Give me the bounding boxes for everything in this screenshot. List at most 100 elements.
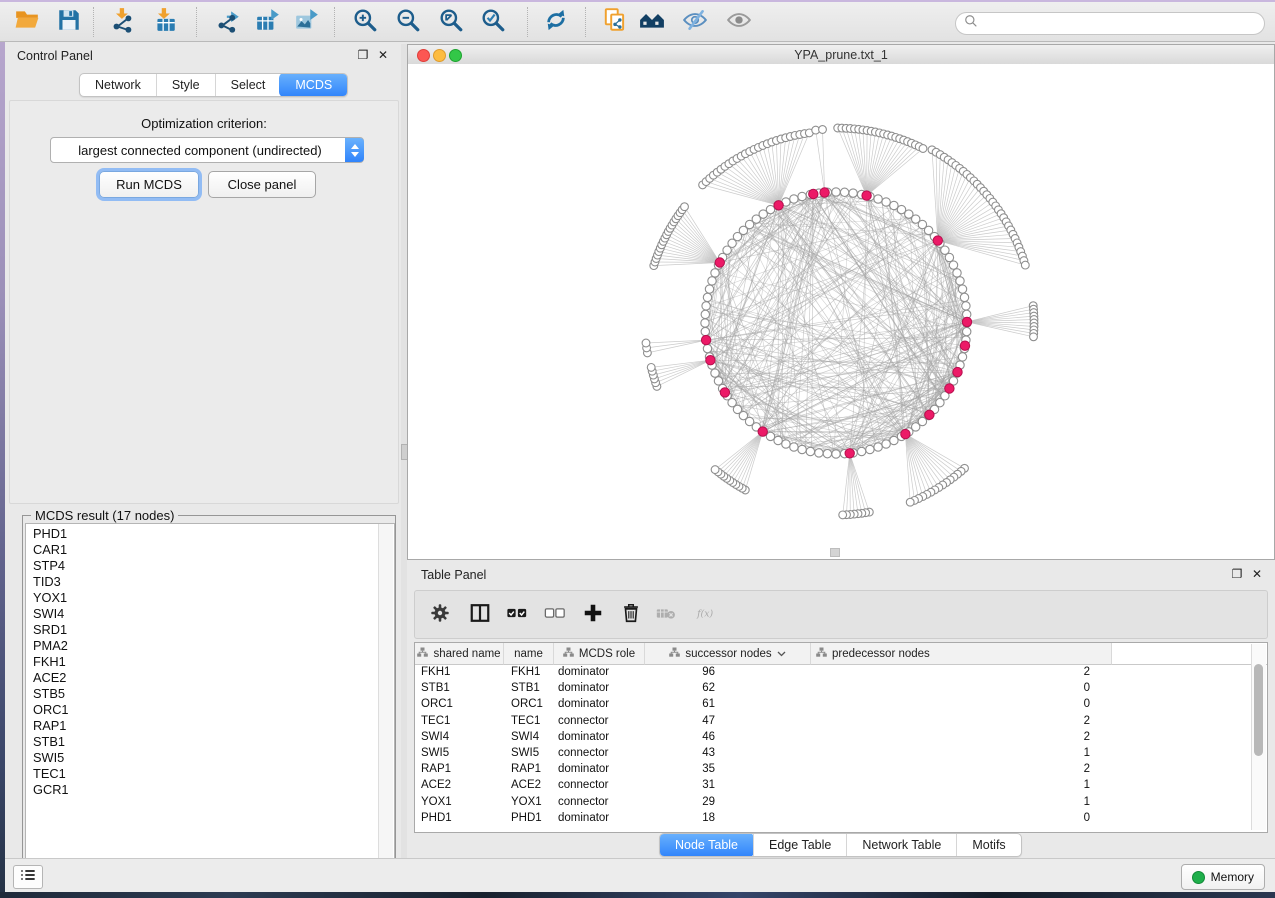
- table-cell[interactable]: 2: [807, 715, 1102, 727]
- mcds-list-scrollbar[interactable]: [378, 524, 393, 884]
- table-row[interactable]: FKH1FKH1dominator962: [415, 664, 1267, 680]
- copy-network-button[interactable]: [596, 6, 634, 38]
- float-icon[interactable]: ❐: [1229, 567, 1245, 581]
- network-node[interactable]: [766, 205, 774, 213]
- table-cell[interactable]: 61: [642, 698, 807, 710]
- search-input[interactable]: [983, 16, 1264, 32]
- close-icon[interactable]: ✕: [1249, 567, 1265, 581]
- network-node[interactable]: [832, 450, 840, 458]
- mcds-result-item[interactable]: ACE2: [26, 670, 394, 686]
- network-node[interactable]: [882, 440, 890, 448]
- table-cell[interactable]: SWI5: [415, 747, 503, 759]
- table-cell[interactable]: 2: [807, 763, 1102, 775]
- network-node[interactable]: [815, 449, 823, 457]
- table-cell[interactable]: 0: [807, 682, 1102, 694]
- tab-style[interactable]: Style: [156, 74, 215, 96]
- network-fan-node[interactable]: [819, 126, 827, 134]
- run-mcds-button[interactable]: Run MCDS: [99, 171, 199, 198]
- table-row[interactable]: TEC1TEC1connector472: [415, 713, 1267, 729]
- table-cell[interactable]: dominator: [552, 682, 642, 694]
- tab-network[interactable]: Network: [80, 74, 156, 96]
- zoom-selected-button[interactable]: [474, 6, 512, 38]
- mcds-result-item[interactable]: GCR1: [26, 782, 394, 798]
- mcds-result-item[interactable]: SWI4: [26, 606, 394, 622]
- table-cell[interactable]: ACE2: [415, 779, 503, 791]
- column-header-predecessor-nodes[interactable]: predecessor nodes: [811, 643, 1112, 665]
- table-cell[interactable]: connector: [552, 779, 642, 791]
- table-cell[interactable]: STB1: [503, 682, 552, 694]
- table-cell[interactable]: dominator: [552, 731, 642, 743]
- refresh-layout-button[interactable]: [537, 6, 575, 38]
- network-node[interactable]: [949, 261, 957, 269]
- column-header-successor-nodes[interactable]: successor nodes: [645, 643, 811, 665]
- save-session-button[interactable]: [50, 6, 88, 38]
- table-cell[interactable]: SWI5: [503, 747, 552, 759]
- table-cell[interactable]: dominator: [552, 763, 642, 775]
- mcds-result-item[interactable]: CAR1: [26, 542, 394, 558]
- export-network-button[interactable]: [210, 6, 248, 38]
- network-node[interactable]: [714, 377, 722, 385]
- clear-table-button[interactable]: [653, 602, 679, 628]
- network-fan-node[interactable]: [919, 145, 927, 153]
- network-node[interactable]: [798, 445, 806, 453]
- table-cell[interactable]: dominator: [552, 812, 642, 824]
- table-row[interactable]: RAP1RAP1dominator352: [415, 761, 1267, 777]
- network-node[interactable]: [857, 447, 865, 455]
- mcds-result-item[interactable]: TID3: [26, 574, 394, 590]
- table-cell[interactable]: ORC1: [503, 698, 552, 710]
- search-field[interactable]: [955, 12, 1265, 35]
- network-hub-node[interactable]: [758, 427, 767, 436]
- table-cell[interactable]: connector: [552, 747, 642, 759]
- network-node[interactable]: [958, 353, 966, 361]
- table-cell[interactable]: 29: [642, 796, 807, 808]
- import-network-button[interactable]: [104, 6, 142, 38]
- table-cell[interactable]: SWI4: [415, 731, 503, 743]
- tab-edge-table[interactable]: Edge Table: [753, 834, 846, 856]
- table-cell[interactable]: 2: [807, 731, 1102, 743]
- network-node[interactable]: [711, 269, 719, 277]
- tab-motifs[interactable]: Motifs: [956, 834, 1020, 856]
- table-cell[interactable]: TEC1: [415, 715, 503, 727]
- scrollbar-thumb[interactable]: [1254, 664, 1263, 756]
- network-node[interactable]: [840, 188, 848, 196]
- table-cell[interactable]: 1: [807, 747, 1102, 759]
- table-cell[interactable]: FKH1: [415, 666, 503, 678]
- mcds-result-item[interactable]: TEC1: [26, 766, 394, 782]
- network-node[interactable]: [703, 344, 711, 352]
- network-hub-node[interactable]: [953, 367, 962, 376]
- network-hub-node[interactable]: [701, 335, 710, 344]
- criterion-select[interactable]: largest connected component (undirected): [50, 137, 364, 163]
- table-row[interactable]: ACE2ACE2connector311: [415, 777, 1267, 793]
- import-table-button[interactable]: [146, 6, 184, 38]
- mcds-result-item[interactable]: YOX1: [26, 590, 394, 606]
- network-hub-node[interactable]: [720, 388, 729, 397]
- network-node[interactable]: [945, 253, 953, 261]
- select-all-columns-button[interactable]: [504, 602, 530, 628]
- network-node[interactable]: [701, 327, 709, 335]
- network-node[interactable]: [798, 192, 806, 200]
- network-node[interactable]: [962, 302, 970, 310]
- network-node[interactable]: [890, 436, 898, 444]
- table-cell[interactable]: 47: [642, 715, 807, 727]
- network-node[interactable]: [963, 327, 971, 335]
- first-neighbors-button[interactable]: [633, 6, 671, 38]
- network-canvas[interactable]: [408, 64, 1274, 559]
- tab-select[interactable]: Select: [215, 74, 281, 96]
- mcds-result-item[interactable]: PHD1: [26, 526, 394, 542]
- delete-columns-button[interactable]: [618, 602, 644, 628]
- tab-mcds[interactable]: MCDS: [279, 73, 348, 97]
- table-cell[interactable]: 0: [807, 812, 1102, 824]
- table-cell[interactable]: 1: [807, 779, 1102, 791]
- table-cell[interactable]: 35: [642, 763, 807, 775]
- close-icon[interactable]: ✕: [375, 48, 391, 62]
- network-hub-node[interactable]: [960, 341, 969, 350]
- table-cell[interactable]: YOX1: [415, 796, 503, 808]
- network-hub-node[interactable]: [715, 258, 724, 267]
- export-table-button[interactable]: [249, 6, 287, 38]
- network-node[interactable]: [790, 195, 798, 203]
- table-cell[interactable]: 0: [807, 698, 1102, 710]
- mcds-result-item[interactable]: FKH1: [26, 654, 394, 670]
- network-node[interactable]: [874, 443, 882, 451]
- table-cell[interactable]: YOX1: [503, 796, 552, 808]
- zoom-in-button[interactable]: [346, 6, 384, 38]
